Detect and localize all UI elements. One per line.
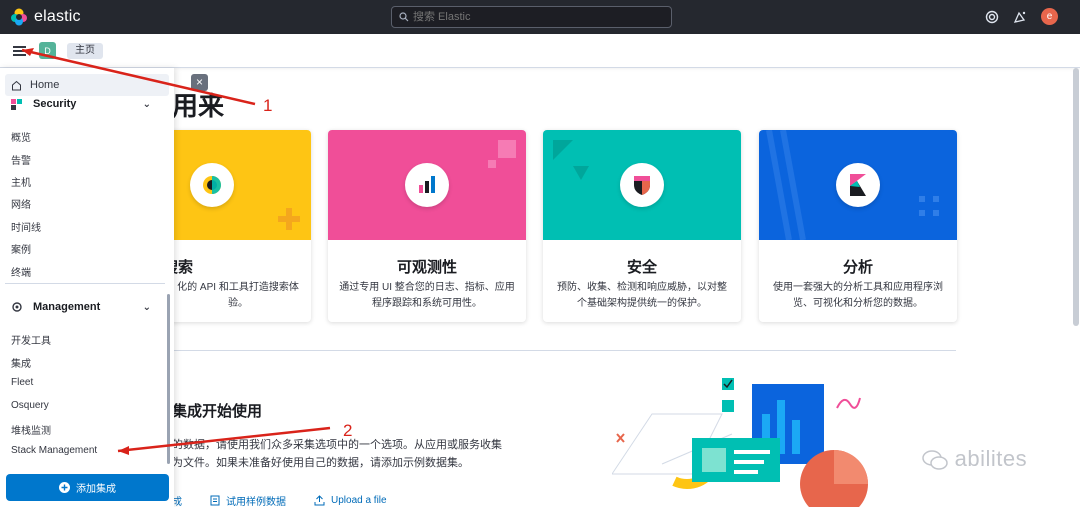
watermark-text: abilites bbox=[954, 446, 1028, 471]
wechat-icon bbox=[922, 450, 948, 470]
annotation-overlay bbox=[21, 48, 331, 455]
watermark: abilites bbox=[922, 446, 1027, 472]
annotation-marker-1: 1 bbox=[263, 96, 273, 115]
annotation-marker-2: 2 bbox=[343, 421, 353, 440]
